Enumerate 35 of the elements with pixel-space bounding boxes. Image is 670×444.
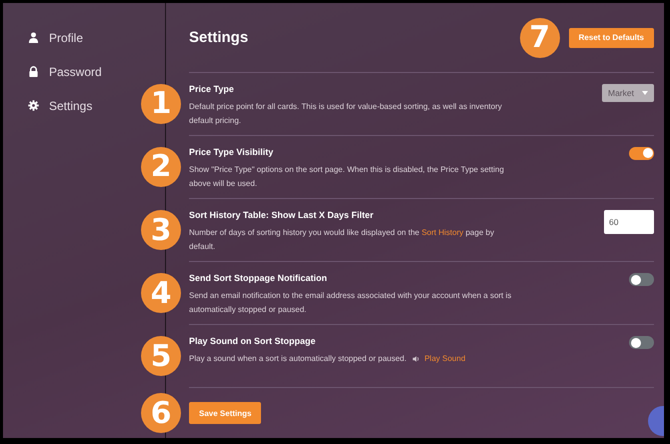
sidebar-item[interactable]: Settings [28, 95, 92, 116]
setting-description: Show "Price Type" options on the sort page. When this is disabled, the Price Type setting above will be used. [189, 164, 505, 190]
toggle-switch[interactable] [629, 273, 654, 286]
step-marker: 5 [141, 336, 181, 376]
speaker-icon [412, 355, 420, 364]
sort-history-link[interactable]: Sort History [422, 228, 464, 237]
play-sound-link[interactable]: Play Sound [412, 352, 466, 366]
setting-title: Sort History Table: Show Last X Days Filter [189, 210, 374, 220]
setting-title: Price Type [189, 84, 235, 94]
price-type-select[interactable]: Market [602, 84, 654, 102]
sidebar-item[interactable]: Profile [28, 27, 84, 48]
step-marker: 4 [141, 273, 181, 314]
toggle-switch[interactable] [629, 146, 654, 160]
setting-title: Price Type Visibility [189, 146, 274, 157]
step-marker: 6 [141, 393, 181, 434]
step-marker: 2 [141, 146, 181, 187]
caret-icon [642, 91, 648, 96]
lock-icon [28, 66, 39, 77]
step-marker: 7 [520, 18, 560, 58]
sidebar-item[interactable]: Password [28, 61, 102, 82]
settings-icon [28, 100, 39, 111]
setting-description: Send an email notification to the email address associated with your account when a sort is automatically stopped or paused. [189, 290, 512, 316]
setting-description: Default price point for all cards. This is used for value-based sorting, as well as inventory default pricing. [189, 101, 503, 128]
setting-title: Play Sound on Sort Stoppage [189, 336, 317, 346]
person-icon [28, 32, 39, 43]
setting-title: Send Sort Stoppage Notification [189, 273, 328, 284]
setting-description: Number of days of sorting history you would like displayed on the Sort History page by default. [189, 226, 496, 253]
save-button[interactable]: Save Settings [189, 402, 262, 424]
page-title: Settings [189, 29, 248, 46]
step-marker: 3 [141, 210, 181, 250]
reset-button[interactable]: Reset to Defaults [568, 28, 654, 48]
setting-description: Play a sound when a sort is automatically stopped or paused. [189, 353, 406, 366]
toggle-switch[interactable] [629, 336, 654, 350]
step-marker: 1 [141, 84, 181, 124]
days-input-field[interactable]: 60 [604, 210, 654, 234]
